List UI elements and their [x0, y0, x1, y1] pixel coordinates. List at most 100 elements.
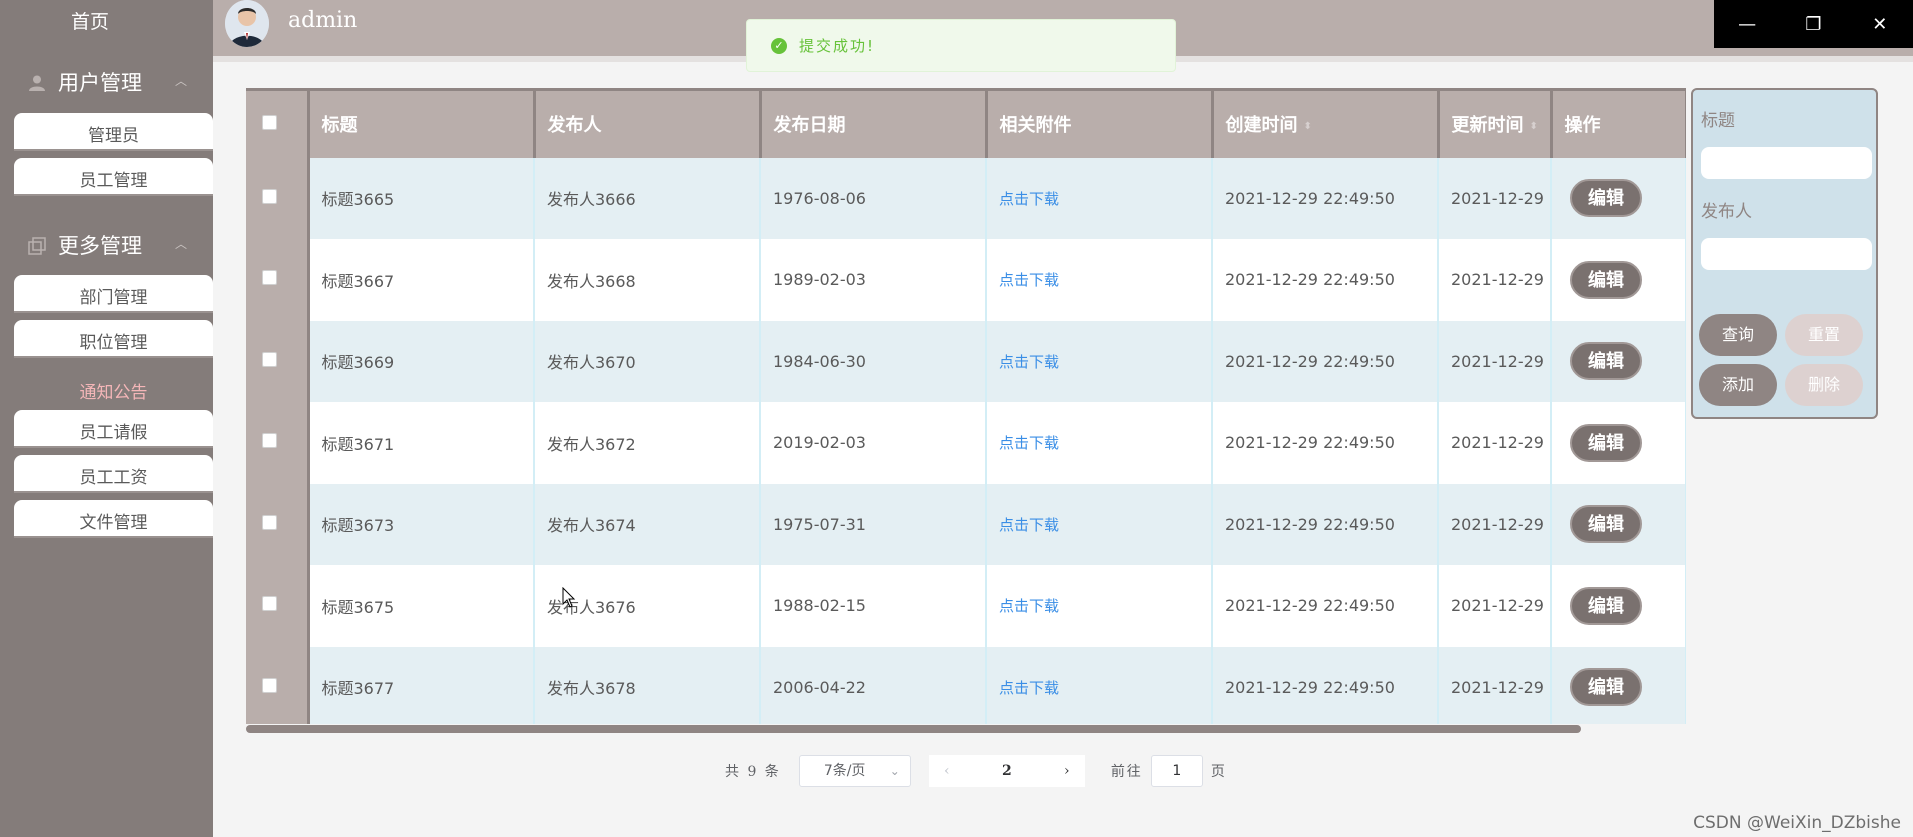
window-controls: — ❐ ✕ — [1714, 0, 1913, 48]
title-filter-label: 标题 — [1701, 111, 1735, 131]
cell-updated: 2021-12-29 — [1438, 157, 1552, 239]
cell-title: 标题3665 — [308, 157, 535, 239]
cell-created: 2021-12-29 22:49:50 — [1212, 157, 1439, 239]
sidebar-group-label: 用户管理 — [58, 71, 142, 95]
cell-created: 2021-12-29 22:49:50 — [1212, 646, 1439, 724]
chevron-up-icon: ︿ — [174, 74, 187, 88]
cell-attachment[interactable]: 点击下载 — [986, 239, 1213, 321]
add-button[interactable]: 添加 — [1699, 364, 1777, 406]
row-select-cell — [246, 157, 310, 239]
publisher-filter-input[interactable] — [1701, 238, 1872, 270]
cell-attachment[interactable]: 点击下载 — [986, 483, 1213, 565]
cell-title: 标题3677 — [308, 646, 535, 724]
mouse-cursor-icon — [562, 587, 576, 608]
sidebar-item-salary[interactable]: 员工工资 — [14, 455, 213, 493]
user-icon — [28, 73, 46, 91]
table-row: 标题3673 发布人3674 1975-07-31 点击下载 2021-12-29 22… — [246, 483, 1686, 565]
cell-created: 2021-12-29 22:49:50 — [1212, 239, 1439, 321]
sidebar-group-label: 更多管理 — [58, 234, 142, 258]
sidebar-item-department[interactable]: 部门管理 — [14, 275, 213, 313]
row-checkbox[interactable] — [262, 351, 277, 367]
row-checkbox[interactable] — [262, 514, 277, 530]
column-header-attachment: 相关附件 — [986, 88, 1214, 158]
cell-actions: 编辑 — [1551, 239, 1686, 321]
copy-icon — [28, 236, 46, 255]
sidebar-item-home[interactable]: 首页 — [0, 0, 180, 44]
column-header-actions: 操作 — [1551, 88, 1686, 158]
minimize-icon[interactable]: — — [1727, 14, 1767, 35]
sidebar-group-more-management[interactable]: 更多管理 ︿ — [0, 220, 213, 270]
sidebar-item-notice[interactable]: 通知公告 — [14, 374, 213, 412]
sidebar-item-position[interactable]: 职位管理 — [14, 320, 213, 358]
cell-title: 标题3667 — [308, 239, 535, 321]
cell-actions: 编辑 — [1551, 565, 1686, 647]
publisher-filter-label: 发布人 — [1701, 202, 1752, 222]
next-page-button[interactable]: › — [1048, 755, 1085, 787]
horizontal-scrollbar[interactable] — [246, 725, 1581, 733]
sort-icon[interactable]: ⬍ — [1304, 121, 1312, 132]
column-header-updated[interactable]: 更新时间 ⬍ — [1438, 88, 1553, 158]
header-username: admin — [288, 8, 358, 33]
edit-button[interactable]: 编辑 — [1570, 505, 1642, 544]
column-header-date: 发布日期 — [760, 88, 988, 158]
cell-attachment[interactable]: 点击下载 — [986, 320, 1213, 402]
select-all-checkbox[interactable] — [262, 114, 277, 130]
edit-button[interactable]: 编辑 — [1570, 586, 1642, 625]
row-select-cell — [246, 565, 310, 647]
select-all-cell — [246, 88, 310, 158]
sidebar-item-employee[interactable]: 员工管理 — [14, 158, 213, 196]
row-checkbox[interactable] — [262, 270, 277, 286]
sort-icon[interactable]: ⬍ — [1530, 121, 1538, 132]
page-size-select[interactable]: 7条/页 ⌄ — [798, 755, 911, 787]
query-button[interactable]: 查询 — [1699, 314, 1777, 356]
cell-updated: 2021-12-29 — [1438, 239, 1552, 321]
current-page[interactable]: 2 — [964, 755, 1049, 787]
cell-title: 标题3669 — [308, 320, 535, 402]
cell-attachment[interactable]: 点击下载 — [986, 402, 1213, 484]
chevron-down-icon: ⌄ — [889, 764, 900, 778]
avatar[interactable] — [225, 0, 269, 47]
prev-page-button[interactable]: ‹ — [928, 755, 965, 787]
restore-icon[interactable]: ❐ — [1793, 14, 1833, 35]
pagination: 共 9 条 7条/页 ⌄ ‹ 2 › 前往 1 页 — [725, 755, 1225, 787]
column-header-label: 更新时间 — [1451, 115, 1524, 137]
delete-button[interactable]: 删除 — [1785, 364, 1863, 406]
column-header-created[interactable]: 创建时间 ⬍ — [1212, 88, 1440, 158]
search-panel: 标题 发布人 查询 重置 添加 删除 — [1691, 88, 1878, 419]
cell-publisher: 发布人3670 — [534, 320, 761, 402]
sidebar-item-leave[interactable]: 员工请假 — [14, 410, 213, 448]
cell-attachment[interactable]: 点击下载 — [986, 565, 1213, 647]
row-checkbox[interactable] — [262, 188, 277, 204]
cell-date: 2006-04-22 — [760, 646, 987, 724]
sidebar-item-files[interactable]: 文件管理 — [14, 500, 213, 538]
table-header-row: 标题 发布人 发布日期 相关附件 创建时间 ⬍ 更新时间 ⬍ 操作 — [246, 88, 1686, 158]
table-row: 标题3665 发布人3666 1976-08-06 点击下载 2021-12-29 22… — [246, 157, 1686, 239]
close-icon[interactable]: ✕ — [1860, 14, 1900, 35]
row-checkbox[interactable] — [262, 677, 277, 693]
cell-publisher: 发布人3678 — [534, 646, 761, 724]
chevron-left-icon: ‹ — [944, 763, 950, 779]
edit-button[interactable]: 编辑 — [1570, 423, 1642, 462]
row-select-cell — [246, 646, 310, 724]
edit-button[interactable]: 编辑 — [1570, 179, 1642, 218]
title-filter-input[interactable] — [1701, 147, 1872, 179]
row-checkbox[interactable] — [262, 596, 277, 612]
sidebar-group-user-management[interactable]: 用户管理 ︿ — [0, 57, 213, 107]
row-select-cell — [246, 239, 310, 321]
goto-page-input[interactable]: 1 — [1150, 755, 1203, 787]
cell-attachment[interactable]: 点击下载 — [986, 646, 1213, 724]
cell-updated: 2021-12-29 — [1438, 646, 1552, 724]
edit-button[interactable]: 编辑 — [1570, 260, 1642, 299]
cell-actions: 编辑 — [1551, 320, 1686, 402]
row-checkbox[interactable] — [262, 433, 277, 449]
edit-button[interactable]: 编辑 — [1570, 342, 1642, 381]
sidebar-item-admin[interactable]: 管理员 — [14, 113, 213, 151]
cell-attachment[interactable]: 点击下载 — [986, 157, 1213, 239]
cell-date: 2019-02-03 — [760, 402, 987, 484]
success-toast: ✓ 提交成功! — [746, 19, 1176, 72]
reset-button[interactable]: 重置 — [1785, 314, 1863, 356]
edit-button[interactable]: 编辑 — [1570, 668, 1642, 707]
cell-updated: 2021-12-29 — [1438, 320, 1552, 402]
cell-updated: 2021-12-29 — [1438, 402, 1552, 484]
pagination-total: 共 9 条 — [725, 764, 781, 780]
